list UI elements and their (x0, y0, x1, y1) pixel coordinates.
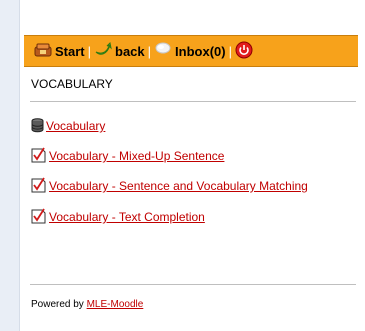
logout-button[interactable] (235, 41, 256, 62)
nav-separator: | (147, 43, 152, 59)
mixed-up-sentence-link[interactable]: Vocabulary - Mixed-Up Sentence (49, 149, 224, 163)
start-button[interactable]: Start (34, 42, 85, 61)
quiz-checkbox-icon (31, 208, 47, 229)
footer: Powered by MLE-Moodle (31, 299, 143, 310)
back-button[interactable]: back (94, 41, 145, 61)
mobile-page: Start | back | Inbox(0) | VOCABULARY Voc… (20, 0, 365, 331)
list-item: Vocabulary - Sentence and Vocabulary Mat… (31, 177, 361, 198)
list-item: Vocabulary - Mixed-Up Sentence (31, 147, 361, 168)
vocabulary-link[interactable]: Vocabulary (46, 119, 105, 133)
start-label: Start (55, 43, 85, 59)
nav-separator: | (228, 43, 232, 59)
back-arrow-icon (94, 41, 112, 61)
divider (30, 101, 356, 102)
sentence-vocabulary-matching-link[interactable]: Vocabulary - Sentence and Vocabulary Mat… (49, 179, 308, 193)
inbox-label: Inbox(0) (175, 43, 226, 59)
back-label: back (115, 43, 145, 59)
database-icon (31, 118, 44, 138)
power-icon (235, 41, 253, 62)
nav-separator: | (87, 43, 92, 59)
divider (30, 284, 356, 285)
mle-moodle-link[interactable]: MLE-Moodle (87, 299, 144, 310)
text-completion-link[interactable]: Vocabulary - Text Completion (49, 210, 205, 224)
powered-by-text: Powered by (31, 299, 84, 310)
inbox-icon (154, 42, 172, 61)
quiz-checkbox-icon (31, 147, 47, 168)
activity-list: Vocabulary Vocabulary - Mixed-Up Sentenc… (31, 118, 361, 238)
start-icon (34, 42, 52, 61)
page-title: VOCABULARY (31, 77, 113, 91)
top-navigation-bar: Start | back | Inbox(0) | (24, 35, 358, 67)
inbox-button[interactable]: Inbox(0) (154, 42, 226, 61)
quiz-checkbox-icon (31, 177, 47, 198)
list-item: Vocabulary (31, 118, 361, 138)
list-item: Vocabulary - Text Completion (31, 208, 361, 229)
